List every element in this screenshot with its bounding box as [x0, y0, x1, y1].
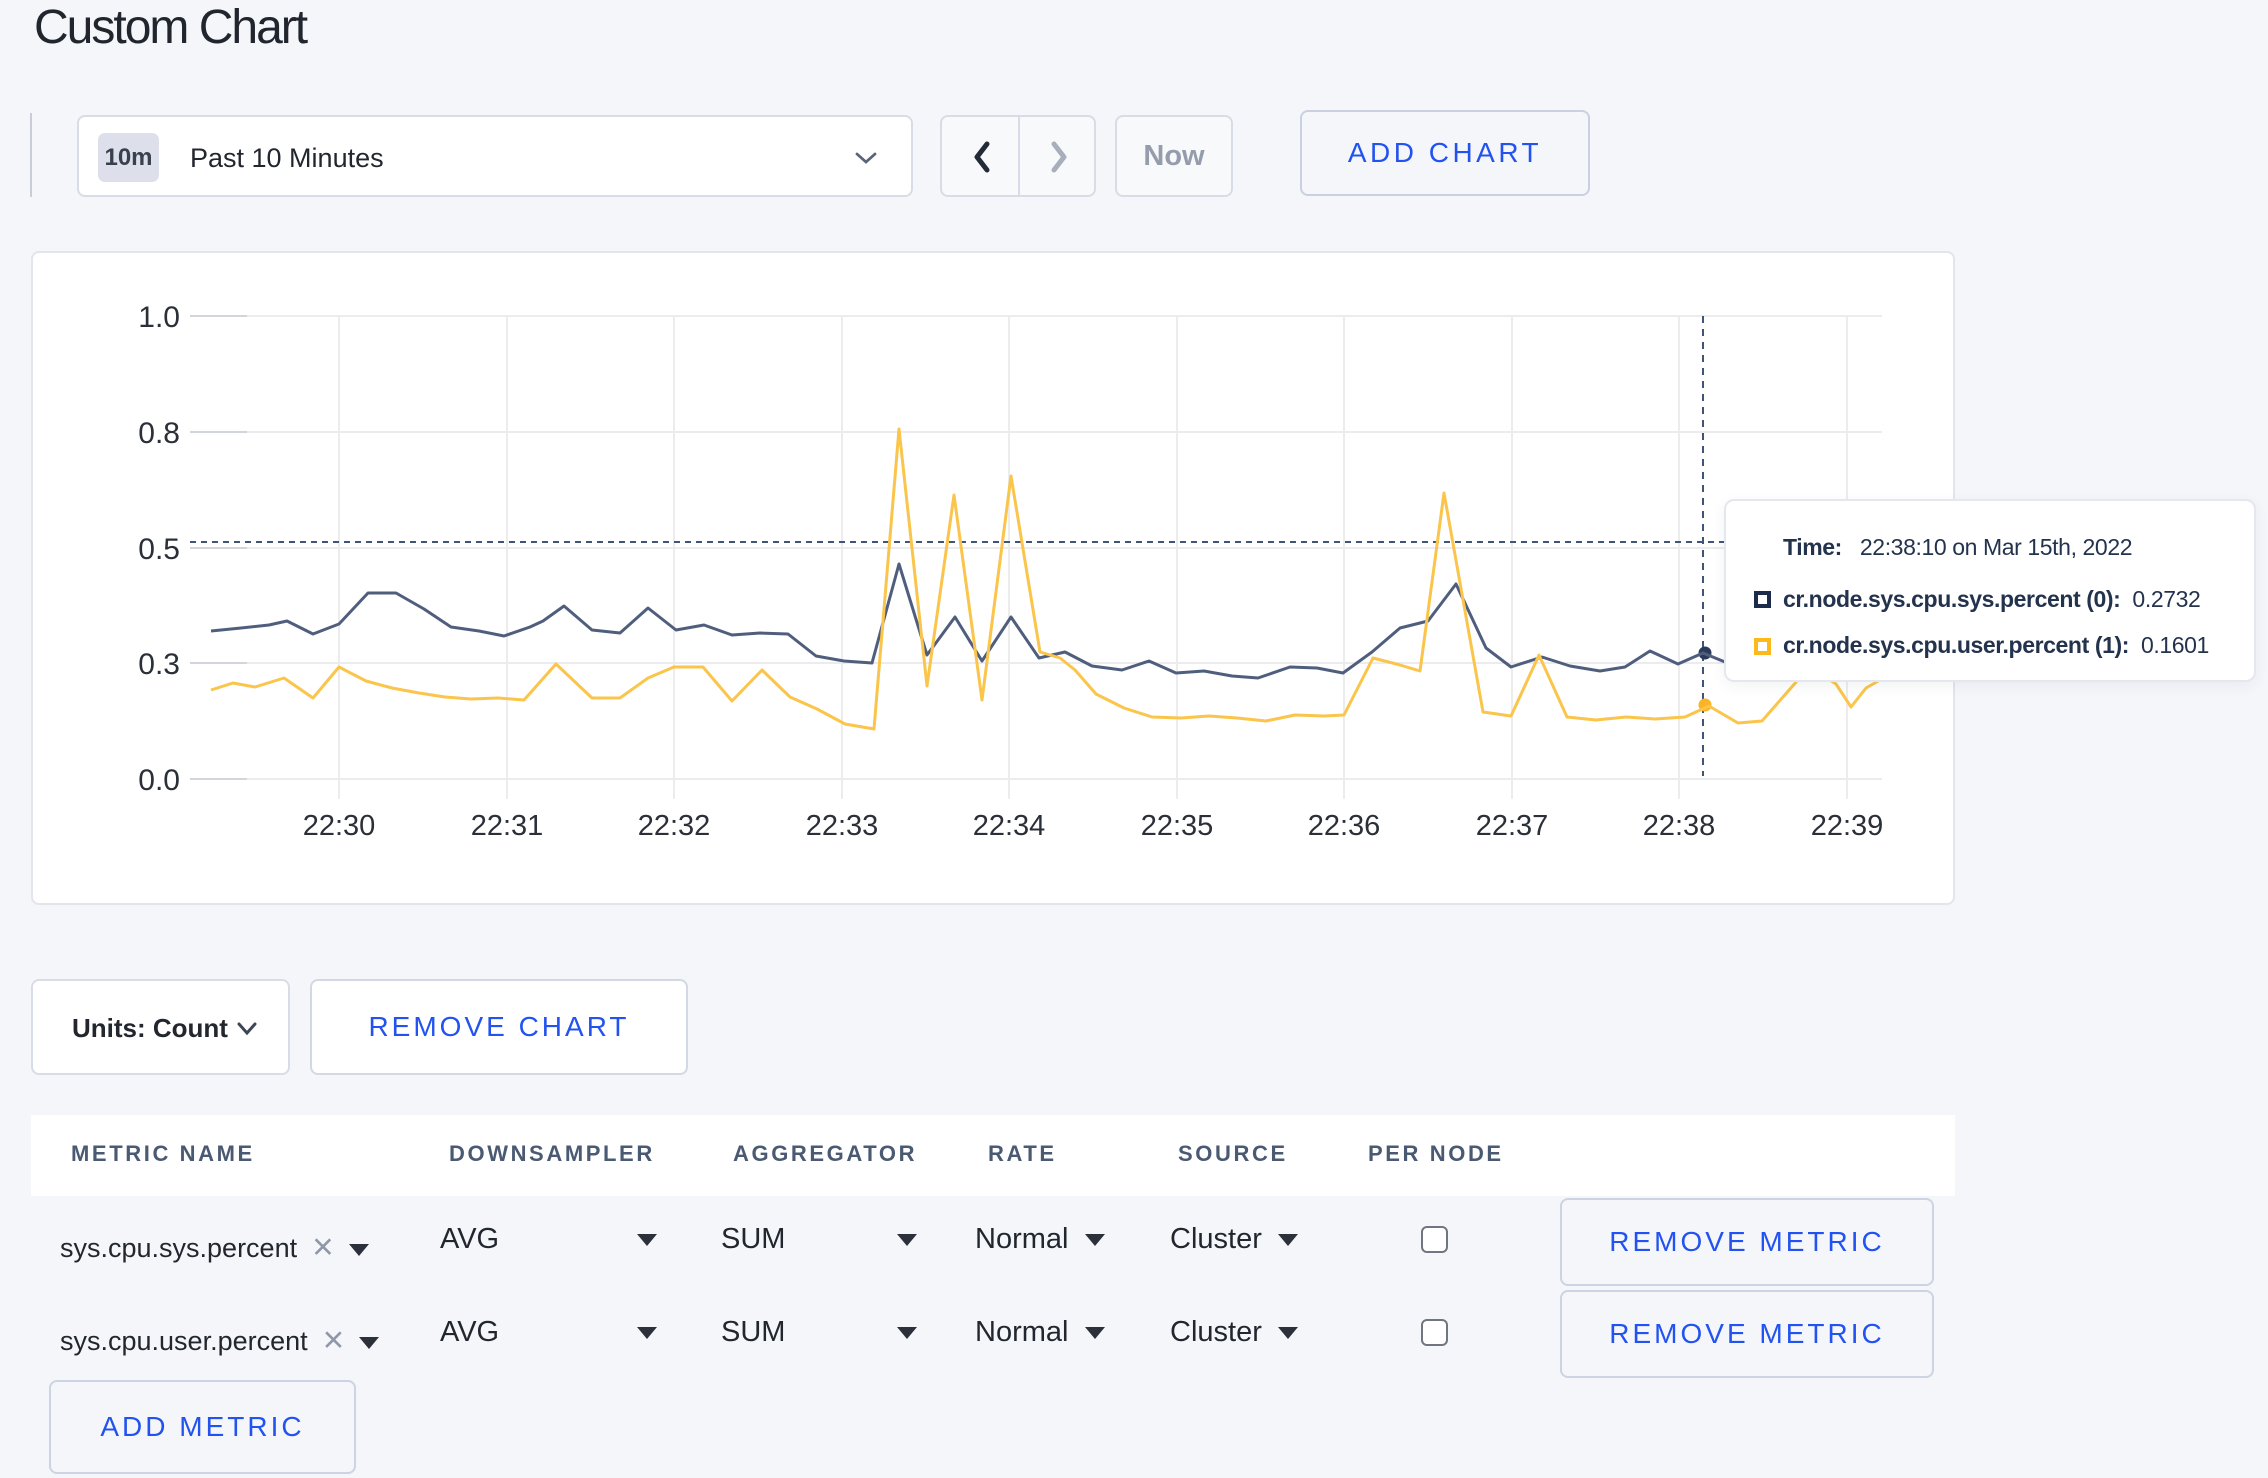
svg-text:22:34: 22:34: [973, 810, 1046, 842]
svg-text:22:33: 22:33: [806, 810, 879, 842]
svg-text:22:35: 22:35: [1141, 810, 1214, 842]
svg-text:22:37: 22:37: [1476, 810, 1549, 842]
svg-text:1.0: 1.0: [138, 301, 180, 334]
svg-text:22:36: 22:36: [1308, 810, 1381, 842]
svg-text:22:32: 22:32: [638, 810, 711, 842]
svg-text:22:30: 22:30: [303, 810, 376, 842]
svg-text:22:38: 22:38: [1643, 810, 1716, 842]
svg-text:22:39: 22:39: [1811, 810, 1884, 842]
svg-text:0.8: 0.8: [138, 417, 180, 450]
svg-text:0.0: 0.0: [138, 764, 180, 797]
svg-text:0.5: 0.5: [138, 533, 180, 566]
svg-text:22:31: 22:31: [471, 810, 544, 842]
svg-text:0.3: 0.3: [138, 648, 180, 681]
